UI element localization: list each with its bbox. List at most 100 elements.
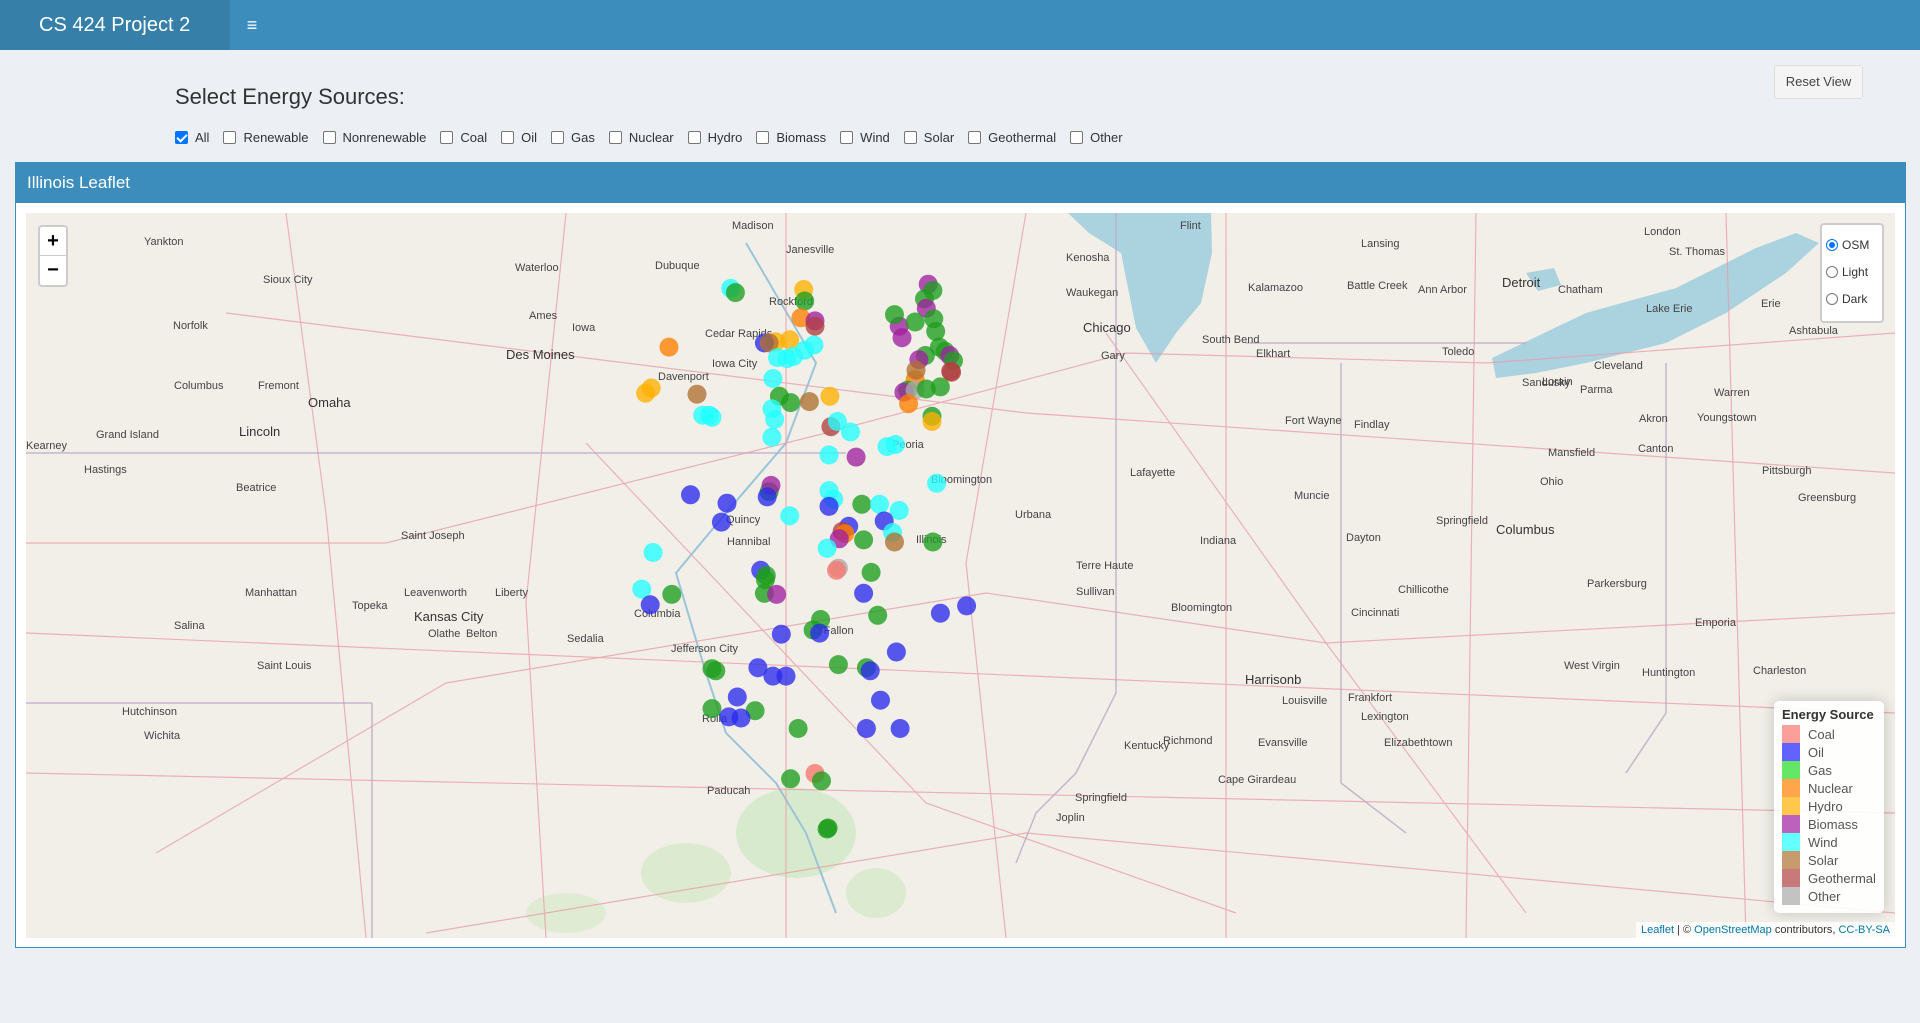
plant-marker-gas[interactable] [868,605,888,625]
layer-option-light[interactable]: Light [1826,258,1878,285]
reset-view-button[interactable]: Reset View [1774,65,1863,99]
plant-marker-wind[interactable] [841,422,860,442]
plant-marker-oil[interactable] [819,496,839,516]
plant-marker-hydro[interactable] [922,412,942,431]
plant-marker-oil[interactable] [856,719,876,738]
plant-marker-oil[interactable] [727,687,747,707]
checkbox-box[interactable] [687,130,701,144]
plant-marker-oil[interactable] [717,493,737,513]
plant-marker-gas[interactable] [926,321,946,341]
plant-marker-oil[interactable] [890,719,910,738]
plant-marker-gas[interactable] [788,719,808,738]
plant-marker-wind[interactable] [762,427,782,447]
plant-marker-gas[interactable] [854,530,874,550]
checkbox-box[interactable] [840,130,854,144]
checkbox-box[interactable] [1070,130,1084,144]
plant-marker-wind[interactable] [870,494,889,514]
plant-marker-wind[interactable] [886,435,905,454]
plant-marker-hydro[interactable] [636,383,656,403]
app-title[interactable]: CS 424 Project 2 [0,0,230,50]
plant-marker-oil[interactable] [681,485,700,505]
checkbox-biomass[interactable]: Biomass [756,130,826,145]
plant-marker-oil[interactable] [860,661,880,681]
plant-marker-gas[interactable] [725,283,745,303]
zoom-out-button[interactable]: − [40,256,66,285]
plant-marker-biomass[interactable] [767,584,787,604]
plant-marker-oil[interactable] [771,624,791,644]
plant-marker-wind[interactable] [804,335,824,355]
checkbox-solar[interactable]: Solar [903,130,954,145]
plant-marker-oil[interactable] [886,642,906,662]
plant-marker-oil[interactable] [776,666,796,686]
plant-marker-oil[interactable] [871,690,890,710]
checkbox-geothermal[interactable]: Geothermal [968,130,1056,145]
checkbox-gas[interactable]: Gas [550,130,595,145]
plant-marker-wind[interactable] [927,473,947,493]
plant-marker-geothermal[interactable] [805,316,825,336]
layer-option-dark[interactable]: Dark [1826,285,1878,312]
plant-marker-wind[interactable] [763,369,783,388]
plant-marker-solar[interactable] [799,392,819,412]
plant-marker-oil[interactable] [930,603,950,623]
plant-marker-hydro[interactable] [820,386,840,406]
leaflet-link[interactable]: Leaflet [1641,924,1674,936]
plant-marker-oil[interactable] [640,595,660,615]
checkbox-coal[interactable]: Coal [440,130,487,145]
checkbox-box[interactable] [756,130,770,144]
plant-marker-wind[interactable] [780,506,800,526]
plant-marker-oil[interactable] [711,512,731,532]
plant-marker-oil[interactable] [854,583,874,603]
plant-marker-solar[interactable] [885,532,904,552]
checkbox-box[interactable] [175,130,188,144]
plant-marker-gas[interactable] [781,393,801,413]
plant-marker-wind[interactable] [819,445,839,465]
plant-marker-coal[interactable] [827,560,846,580]
checkbox-box[interactable] [903,130,917,144]
checkbox-box[interactable] [501,130,515,144]
leaflet-map[interactable]: Madison Janesville Flint Lansing London St. T… [26,213,1895,938]
checkbox-hydro[interactable]: Hydro [687,130,742,145]
checkbox-all[interactable]: All [175,130,209,145]
checkbox-box[interactable] [322,130,336,144]
radio-button[interactable] [1826,292,1838,305]
radio-button[interactable] [1826,238,1838,251]
plant-marker-wind[interactable] [817,538,837,558]
checkbox-box[interactable] [550,130,564,144]
plant-marker-gas[interactable] [923,532,943,552]
plant-marker-wind[interactable] [643,543,663,562]
plant-marker-gas[interactable] [885,305,904,325]
checkbox-nuclear[interactable]: Nuclear [608,130,674,145]
zoom-in-button[interactable]: + [40,227,66,256]
checkbox-box[interactable] [608,130,622,144]
layer-option-osm[interactable]: OSM [1826,231,1878,258]
plant-marker-gas[interactable] [795,291,815,311]
plant-marker-oil[interactable] [757,487,777,507]
radio-button[interactable] [1826,265,1838,278]
checkbox-nonrenewable[interactable]: Nonrenewable [322,130,426,145]
plant-marker-wind[interactable] [699,405,719,425]
plant-marker-gas[interactable] [812,771,831,791]
checkbox-other[interactable]: Other [1070,130,1123,145]
plant-marker-gas[interactable] [828,655,848,675]
plant-marker-gas[interactable] [702,699,722,719]
plant-marker-biomass[interactable] [892,328,912,348]
plant-marker-geothermal[interactable] [941,361,961,381]
plant-marker-gas[interactable] [781,769,801,789]
plant-marker-nuclear[interactable] [899,394,919,414]
checkbox-oil[interactable]: Oil [501,130,537,145]
plant-marker-gas[interactable] [852,494,872,514]
checkbox-renewable[interactable]: Renewable [223,130,309,145]
plant-marker-gas[interactable] [662,584,682,604]
plant-marker-biomass[interactable] [846,447,866,467]
license-link[interactable]: CC-BY-SA [1838,924,1890,936]
checkbox-box[interactable] [968,130,982,144]
osm-link[interactable]: OpenStreetMap [1694,924,1772,936]
plant-marker-oil[interactable] [957,596,977,616]
plant-marker-gas[interactable] [930,377,950,397]
plant-marker-solar[interactable] [687,384,707,404]
plant-marker-solar[interactable] [906,360,926,380]
plant-marker-oil[interactable] [810,623,830,643]
checkbox-box[interactable] [440,130,454,144]
sidebar-toggle-icon[interactable]: ≡ [230,0,274,50]
plant-marker-wind[interactable] [765,409,785,429]
